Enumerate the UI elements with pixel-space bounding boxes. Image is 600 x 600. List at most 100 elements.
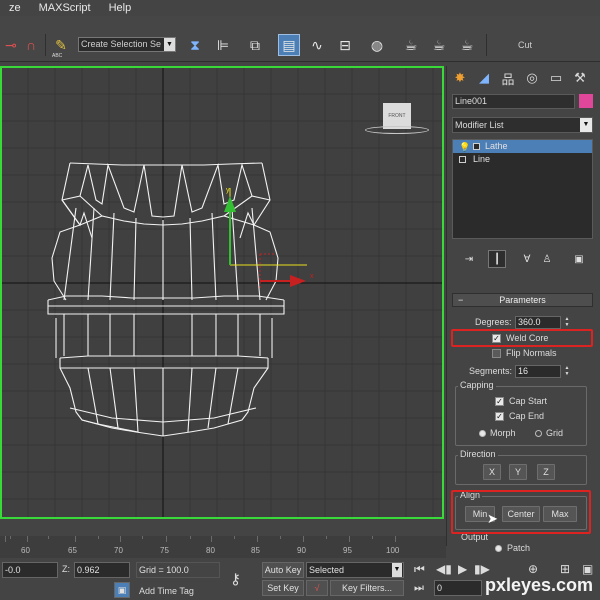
grid-size-readout: Grid = 100.0 — [136, 562, 220, 578]
next-frame-icon[interactable]: ▮▶ — [474, 562, 490, 576]
make-unique-icon[interactable]: ∀ — [518, 250, 536, 268]
degrees-label: Degrees: — [475, 317, 512, 327]
add-time-tag-button[interactable]: Add Time Tag — [139, 586, 194, 596]
segments-label: Segments: — [469, 366, 513, 376]
menu-item-help[interactable]: Help — [100, 2, 141, 14]
tick-label: 65 — [68, 546, 77, 555]
abc-label: ABC — [52, 53, 63, 59]
cap-start-checkbox[interactable]: ✓ — [495, 397, 504, 406]
segments-spinner[interactable]: 16 — [515, 365, 561, 378]
spinner-arrows-icon[interactable]: ▲ ▼ — [563, 316, 571, 329]
default-tangent-icon[interactable]: √ — [306, 580, 328, 596]
hierarchy-tab-icon[interactable]: 品 — [497, 68, 519, 88]
grid-radio[interactable] — [535, 430, 542, 437]
cut-button[interactable]: Cut — [489, 34, 561, 56]
layer-manager-icon[interactable]: ⧉ — [244, 34, 266, 56]
scene-explorer-icon[interactable]: ▤ — [278, 34, 300, 56]
object-name-field[interactable]: Line001 — [452, 94, 575, 109]
auto-key-button[interactable]: Auto Key — [262, 562, 304, 578]
x-coordinate-field[interactable]: -0.0 — [2, 562, 58, 578]
expand-icon[interactable] — [473, 143, 480, 150]
svg-text:y: y — [226, 187, 230, 194]
bind-spacewarp-icon[interactable]: ∩ — [20, 34, 42, 56]
direction-y-button[interactable]: Y — [509, 464, 527, 480]
utilities-tab-icon[interactable]: ⚒ — [569, 68, 591, 88]
modify-tab-icon[interactable]: ◢ — [473, 68, 495, 88]
pin-stack-icon[interactable]: ⇥ — [460, 250, 478, 268]
set-key-button[interactable]: Set Key — [262, 580, 304, 596]
current-frame-field[interactable]: 0 — [434, 580, 482, 596]
show-end-result-icon[interactable]: ┃ — [488, 250, 506, 268]
tick-label: 75 — [160, 546, 169, 555]
mirror-icon[interactable]: ⧗ — [184, 34, 206, 56]
configure-sets-icon[interactable]: ▣ — [570, 250, 588, 268]
tick-label: 100 — [386, 546, 400, 555]
stack-item-line[interactable]: Line — [453, 153, 592, 166]
highlight-weld-core — [451, 329, 593, 347]
main-toolbar: ⊸ ∩ ✎ ABC Create Selection Se ▼ ⧗ ⊫ ⧉ ▤ … — [0, 16, 600, 62]
modifier-stack: 💡 Lathe Line — [452, 139, 593, 239]
rendered-frame-icon[interactable]: ☕ — [428, 34, 450, 56]
schematic-view-icon[interactable]: ⊟ — [334, 34, 356, 56]
expand-icon[interactable] — [459, 156, 466, 163]
stack-toolbar: ⇥ ┃ ∀ ♙ ▣ — [452, 250, 593, 270]
flip-normals-checkbox[interactable] — [492, 349, 501, 358]
play-icon[interactable]: ▶ — [458, 562, 467, 576]
key-mode-icon[interactable]: ⏭ — [414, 582, 424, 595]
align-icon[interactable]: ⊫ — [212, 34, 234, 56]
tick-label: 70 — [114, 546, 123, 555]
watermark-logo: pxleyes.com — [485, 575, 594, 595]
key-selection-dropdown[interactable]: Selected ▼ — [306, 562, 404, 578]
time-tag-icon[interactable]: ▣ — [114, 582, 130, 598]
morph-label: Morph — [490, 428, 516, 438]
curve-editor-icon[interactable]: ∿ — [306, 34, 328, 56]
display-tab-icon[interactable]: ▭ — [545, 68, 567, 88]
named-selection-set-dropdown[interactable]: Create Selection Se ▼ — [78, 37, 176, 52]
unlink-icon[interactable]: ⊸ — [0, 34, 22, 56]
field-of-view-icon[interactable]: ▣ — [582, 562, 593, 576]
highlight-align — [451, 490, 591, 534]
command-panel: ✸ ◢ 品 ◎ ▭ ⚒ Line001 Modifier List ▼ 💡 La… — [446, 66, 600, 553]
menu-bar: ze MAXScript Help — [0, 0, 600, 16]
tick-label: 60 — [21, 546, 30, 555]
cap-end-checkbox[interactable]: ✓ — [495, 412, 504, 421]
degrees-spinner[interactable]: 360.0 — [515, 316, 561, 329]
create-tab-icon[interactable]: ✸ — [449, 68, 471, 88]
motion-tab-icon[interactable]: ◎ — [521, 68, 543, 88]
tick-label: 80 — [206, 546, 215, 555]
go-to-start-icon[interactable]: ⏮ — [414, 562, 425, 577]
render-setup-icon[interactable]: ☕ — [400, 34, 422, 56]
key-icon[interactable]: ⚷ — [230, 570, 241, 588]
menu-item-maxscript[interactable]: MAXScript — [30, 2, 100, 14]
tick-label: 85 — [251, 546, 260, 555]
chevron-down-icon[interactable]: ▼ — [392, 563, 402, 577]
parameters-rollout-header[interactable]: − Parameters — [452, 293, 593, 307]
zoom-extents-icon[interactable]: ⊞ — [560, 562, 570, 576]
remove-modifier-icon[interactable]: ♙ — [538, 250, 556, 268]
svg-text:x: x — [310, 273, 314, 280]
chevron-down-icon[interactable]: ▼ — [164, 38, 175, 51]
spinner-arrows-icon[interactable]: ▲ ▼ — [563, 365, 571, 378]
modifier-list-dropdown[interactable]: Modifier List ▼ — [452, 117, 593, 133]
object-color-swatch[interactable] — [579, 94, 593, 108]
stack-item-lathe[interactable]: 💡 Lathe — [453, 140, 592, 153]
cap-end-label: Cap End — [509, 411, 545, 421]
timeline-ruler[interactable]: 60 65 70 75 80 85 90 95 100 — [0, 536, 446, 558]
tick-label: 90 — [297, 546, 306, 555]
front-viewport[interactable]: y x FRONT — [0, 66, 444, 519]
zoom-icon[interactable]: ⊕ — [528, 562, 538, 576]
viewcube-compass-ring[interactable] — [365, 126, 429, 134]
transform-gizmo[interactable]: y x — [2, 68, 442, 517]
z-coordinate-field[interactable]: 0.962 — [74, 562, 130, 578]
flip-normals-label: Flip Normals — [506, 348, 557, 358]
morph-radio[interactable] — [479, 430, 486, 437]
render-icon[interactable]: ☕ — [456, 34, 478, 56]
direction-z-button[interactable]: Z — [537, 464, 555, 480]
menu-item-customize[interactable]: ze — [0, 2, 30, 14]
key-filters-button[interactable]: Key Filters... — [330, 580, 404, 596]
patch-radio[interactable] — [495, 545, 502, 552]
chevron-down-icon[interactable]: ▼ — [580, 118, 592, 132]
material-editor-icon[interactable]: ◍ — [366, 34, 388, 56]
direction-x-button[interactable]: X — [483, 464, 501, 480]
previous-frame-icon[interactable]: ◀▮ — [436, 562, 452, 576]
